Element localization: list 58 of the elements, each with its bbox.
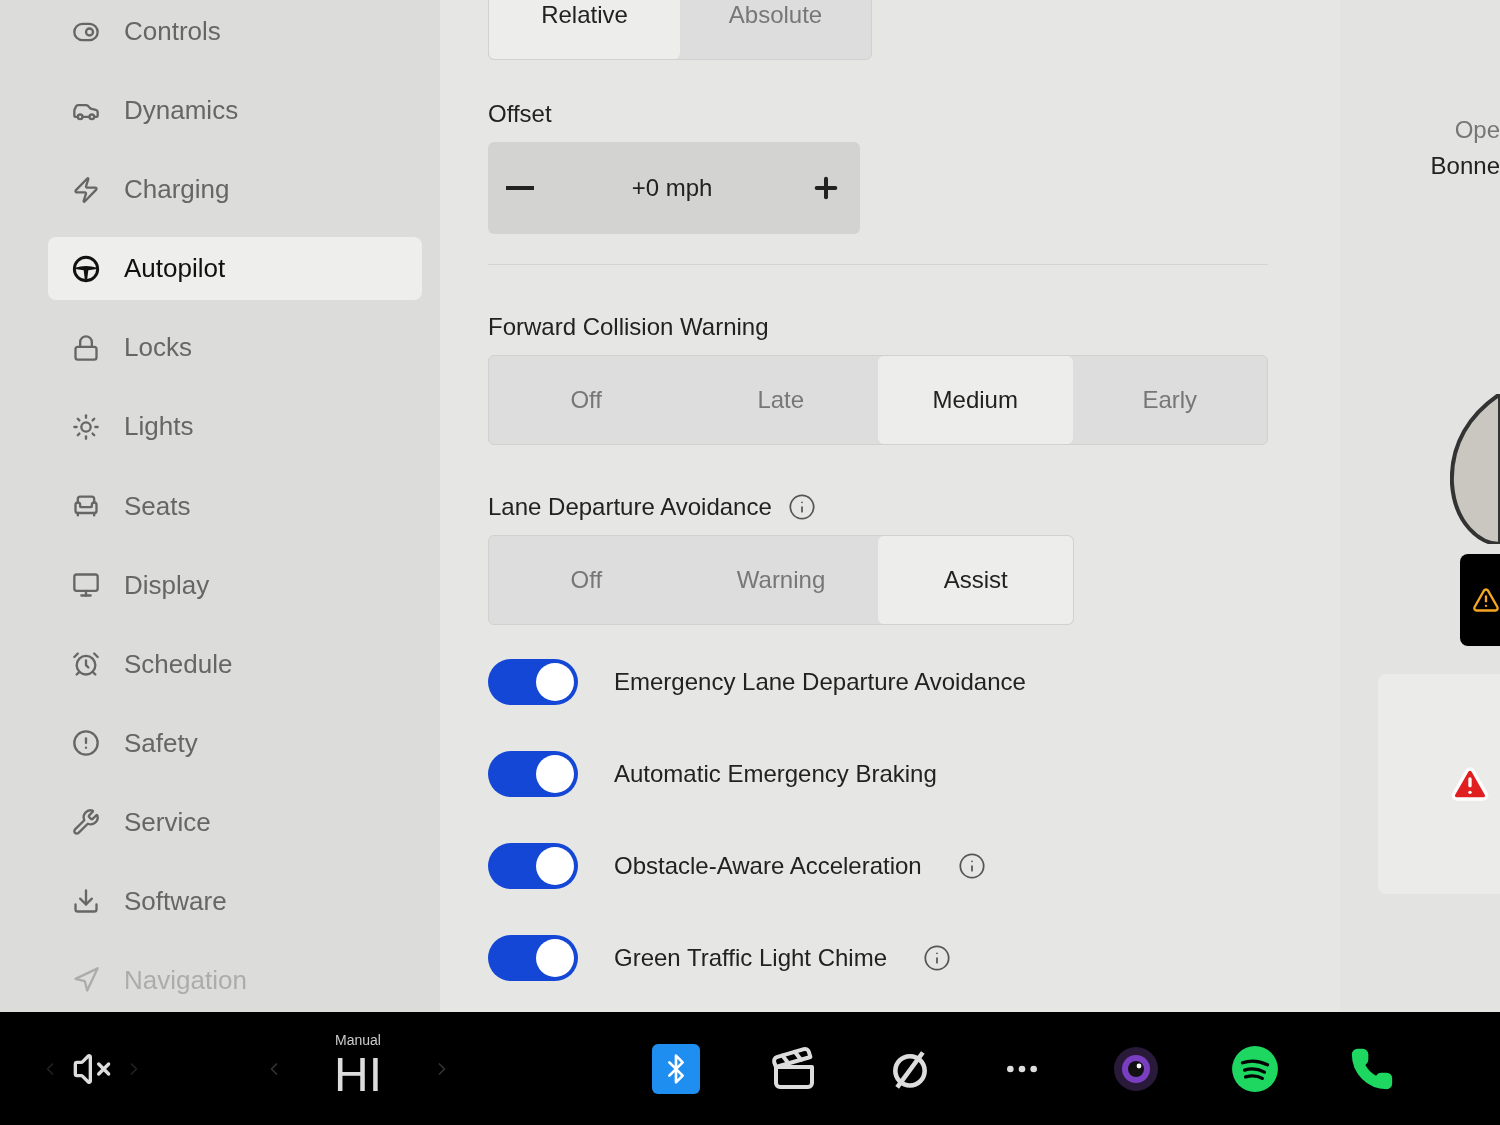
bluetooth-icon[interactable]: [652, 1043, 700, 1094]
phone-icon[interactable]: [1350, 1046, 1394, 1091]
segment-tab[interactable]: Medium: [878, 356, 1073, 444]
offset-value: +0 mph: [631, 173, 713, 203]
sidebar-item[interactable]: Dynamics: [48, 79, 422, 143]
download-icon: [72, 887, 100, 916]
toggle-label: Obstacle-Aware Acceleration: [614, 851, 922, 881]
toggle-switch[interactable]: [488, 751, 578, 797]
segment-tab[interactable]: Relative: [489, 0, 680, 59]
section-title: Lane Departure Avoidance: [488, 492, 772, 522]
panel-label: Ope: [1454, 115, 1500, 145]
segment-tab[interactable]: Off: [489, 536, 684, 624]
sidebar-item[interactable]: Locks: [48, 316, 422, 380]
sidebar-item[interactable]: Controls: [48, 0, 422, 64]
sidebar-item[interactable]: Schedule: [48, 632, 422, 696]
toggle-switch[interactable]: [488, 843, 578, 889]
panel-label: Bonne: [1430, 151, 1500, 181]
alert-icon: [1450, 764, 1490, 804]
music-app-icon[interactable]: [1230, 1043, 1280, 1094]
alarm-clock-icon: [72, 650, 100, 679]
sidebar-item[interactable]: Lights: [48, 395, 422, 459]
sidebar-item[interactable]: Safety: [48, 711, 422, 775]
segment-tab[interactable]: Late: [683, 356, 878, 444]
segment-tab[interactable]: Off: [489, 356, 684, 444]
sidebar-item[interactable]: Charging: [48, 158, 422, 222]
toggle-label: Green Traffic Light Chime: [614, 943, 887, 973]
info-icon[interactable]: [957, 852, 986, 880]
camera-lens-icon[interactable]: [1112, 1044, 1160, 1093]
steering-wheel-icon: [72, 254, 100, 283]
display-icon: [72, 571, 100, 600]
warning-tile[interactable]: [1460, 554, 1500, 646]
warning-icon: [1472, 586, 1500, 614]
temperature-value[interactable]: HI: [334, 1051, 382, 1099]
section-title: Offset: [488, 99, 553, 129]
toggle-label: Automatic Emergency Braking: [614, 759, 937, 789]
wrench-icon: [72, 808, 100, 837]
section-title: Forward Collision Warning: [488, 312, 769, 342]
climate-mode-label: Manual: [335, 1031, 381, 1050]
alert-circle-icon: [72, 729, 100, 758]
sidebar-item[interactable]: Software: [48, 869, 422, 933]
sidebar-item[interactable]: Display: [48, 553, 422, 617]
segment-tab[interactable]: Warning: [683, 536, 879, 624]
segment-tab[interactable]: Assist: [878, 536, 1073, 624]
sun-icon: [72, 412, 100, 441]
lightning-icon: [72, 175, 100, 204]
segment-tab[interactable]: Early: [1072, 356, 1267, 444]
navigation-icon: [72, 966, 100, 995]
sidebar-item[interactable]: Seats: [48, 474, 422, 538]
minus-icon: [506, 186, 534, 190]
toggle-switch[interactable]: [488, 659, 578, 705]
toggle-label: Emergency Lane Departure Avoidance: [614, 667, 1026, 697]
sidebar-item[interactable]: Autopilot: [48, 237, 422, 301]
sidebar-item[interactable]: Service: [48, 790, 422, 854]
info-icon[interactable]: [787, 493, 816, 521]
info-icon[interactable]: [923, 944, 951, 972]
toggle-switch[interactable]: [488, 935, 578, 981]
segment-tab[interactable]: Absolute: [680, 0, 871, 59]
lock-icon: [72, 333, 100, 362]
